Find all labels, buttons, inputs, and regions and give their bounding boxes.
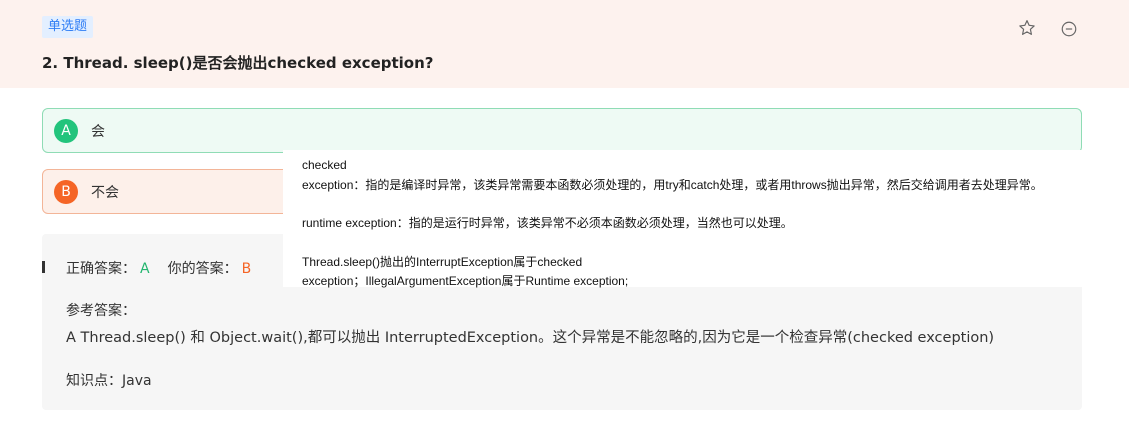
your-answer-label: 你的答案： [167,261,238,277]
option-a-text: 会 [91,124,105,140]
option-b-letter: B [54,180,78,204]
question-type-badge: 单选题 [42,16,94,38]
minus-circle-icon[interactable] [1060,20,1078,38]
question-header: 单选题 2. Thread. sleep()是否会抛出checked excep… [0,0,1129,88]
option-b-text: 不会 [91,185,119,201]
answer-result: 正确答案： A 你的答案： B [66,258,251,278]
correct-answer-value: A [140,261,150,277]
selection-tooltip: checked exception：指的是编译时异常，该类异常需要本函数必须处理… [283,150,1093,288]
option-a-letter: A [54,119,78,143]
reference-text: A Thread.sleep() 和 Object.wait(),都可以抛出 I… [66,330,995,346]
reference-label: 参考答案： [66,303,136,319]
question-title: 2. Thread. sleep()是否会抛出checked exception… [42,54,434,72]
tooltip-line: checked [302,158,347,172]
correct-answer-label: 正确答案： [66,261,136,277]
option-a[interactable]: A 会 [42,108,1082,153]
tooltip-line: Thread.sleep()抛出的InterruptException属于che… [302,254,583,269]
answer-marker [42,261,45,273]
tooltip-line: runtime exception：指的是运行时异常，该类异常不必须本函数必须处… [302,216,793,230]
knowledge-point: 知识点：Java [66,373,152,389]
tooltip-line: exception；IllegalArgumentException属于Runt… [302,274,629,288]
your-answer-value: B [241,261,252,277]
star-outline-icon[interactable] [1017,18,1037,38]
tooltip-line: exception：指的是编译时异常，该类异常需要本函数必须处理的，用try和c… [302,177,1043,192]
